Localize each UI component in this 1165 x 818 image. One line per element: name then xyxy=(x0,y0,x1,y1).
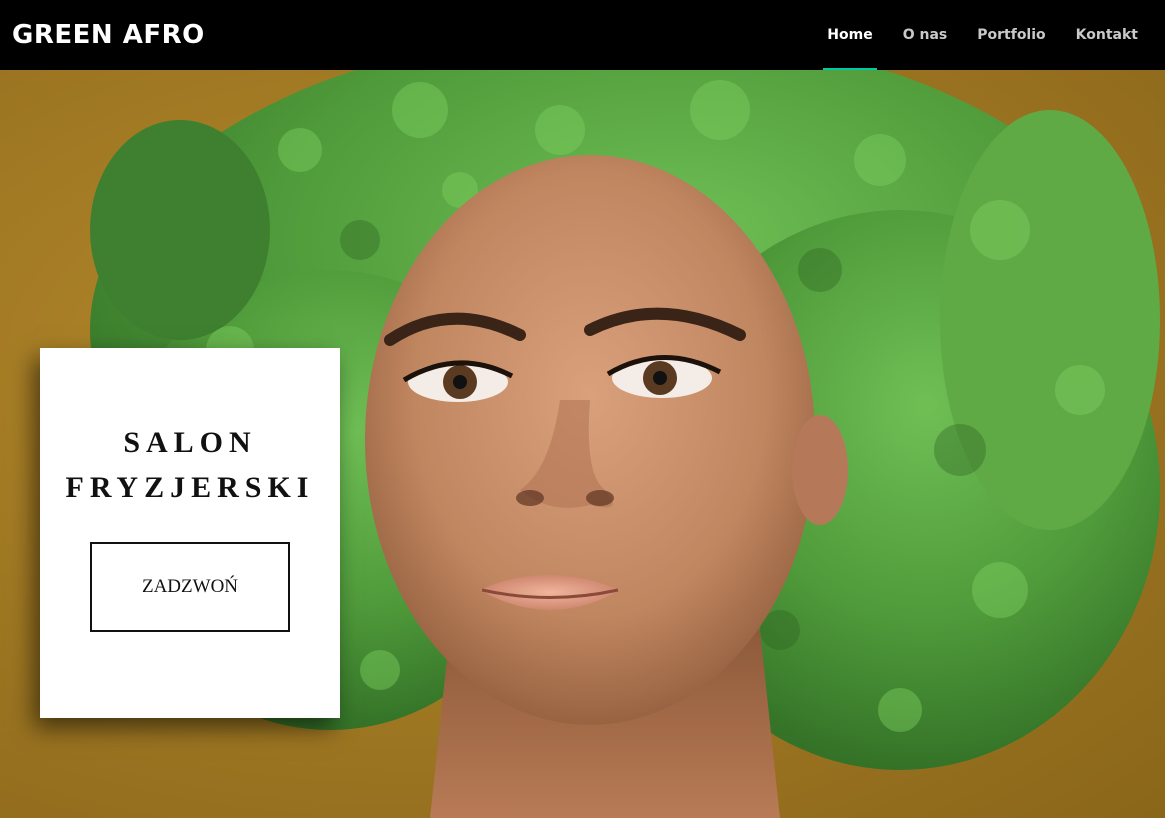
hero-section: SALON FRYZJERSKI ZADZWOŃ xyxy=(0,70,1165,818)
site-logo[interactable]: GREEN AFRO xyxy=(12,20,205,50)
hero-card: SALON FRYZJERSKI ZADZWOŃ xyxy=(40,348,340,718)
hero-title-line2: FRYZJERSKI xyxy=(65,471,315,504)
hero-title-line1: SALON xyxy=(123,426,257,459)
nav-menu: Home O nas Portfolio Kontakt xyxy=(797,0,1153,70)
hero-title: SALON FRYZJERSKI xyxy=(40,420,340,510)
navbar: GREEN AFRO Home O nas Portfolio Kontakt xyxy=(0,0,1165,70)
call-button[interactable]: ZADZWOŃ xyxy=(90,542,290,632)
nav-link-portfolio[interactable]: Portfolio xyxy=(977,0,1045,70)
nav-link-home[interactable]: Home xyxy=(823,0,878,70)
nav-link-kontakt[interactable]: Kontakt xyxy=(1076,0,1138,70)
nav-link-o-nas[interactable]: O nas xyxy=(903,0,948,70)
